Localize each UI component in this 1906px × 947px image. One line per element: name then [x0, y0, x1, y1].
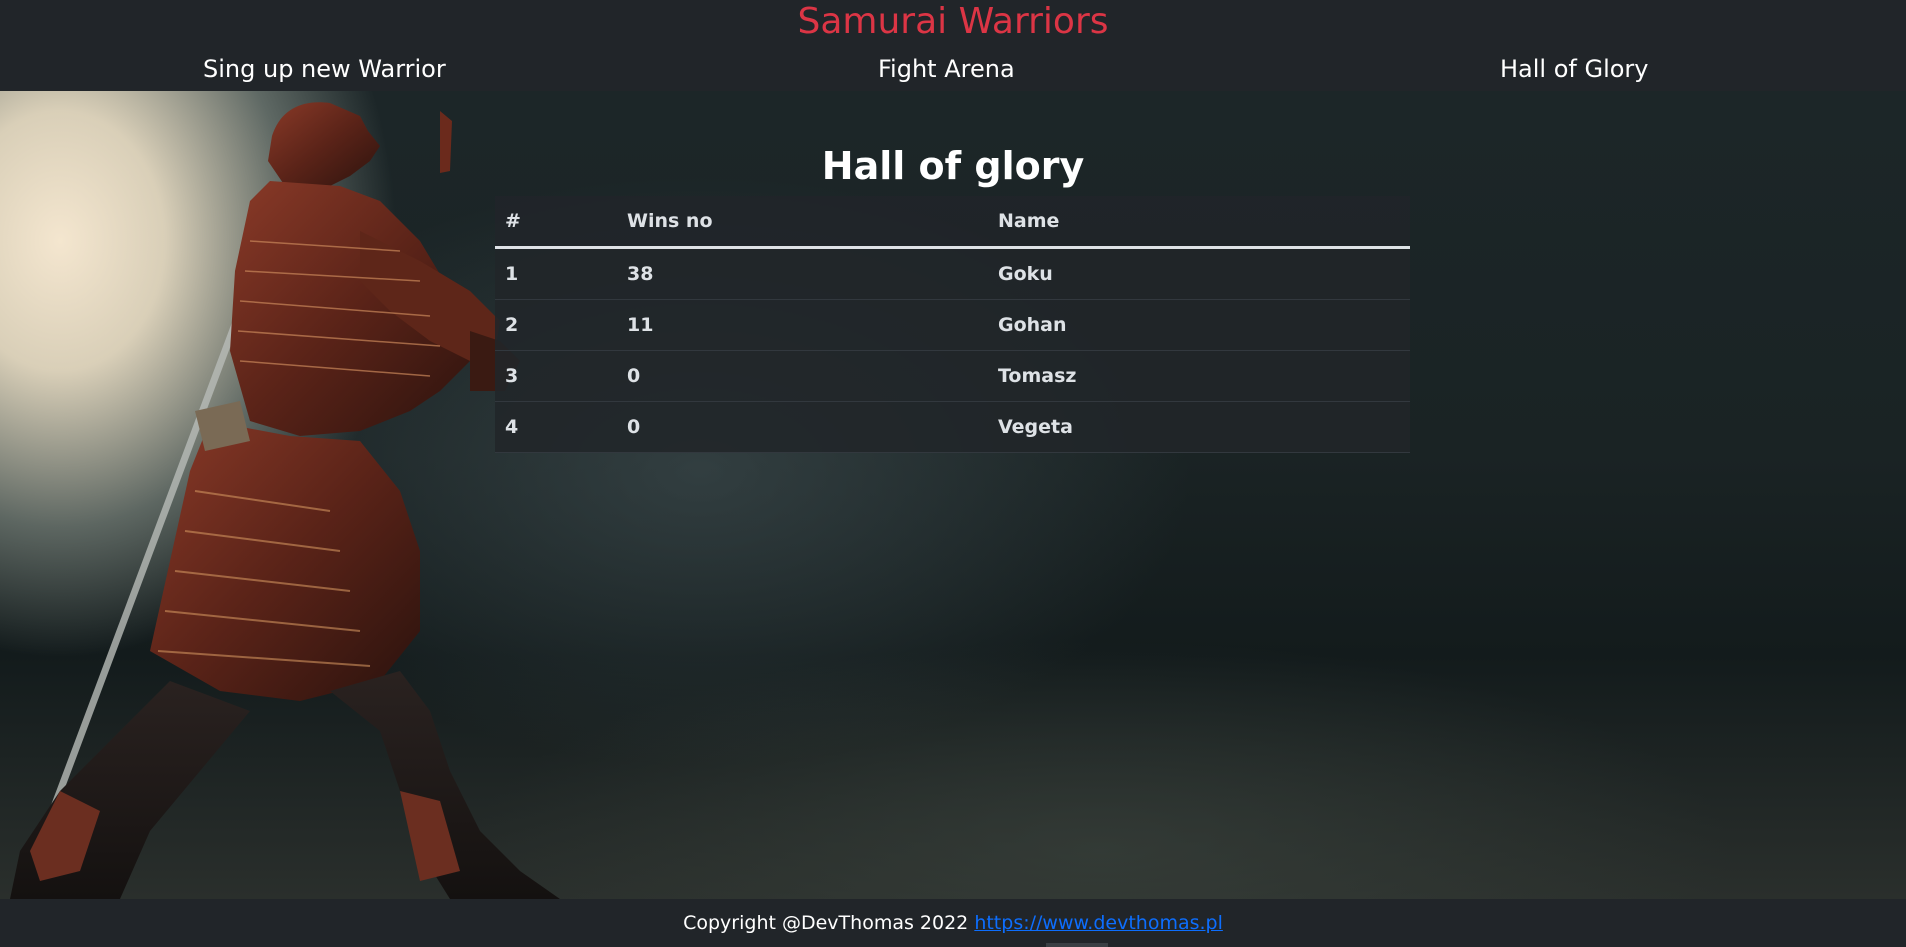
- ranking-table-wrapper: # Wins no Name 1 38 Goku 2 11 Gohan 3 0 …: [495, 196, 1410, 453]
- column-header-name: Name: [998, 210, 1060, 232]
- nav-signup-link[interactable]: Sing up new Warrior: [203, 51, 446, 87]
- table-row: 4 0 Vegeta: [495, 401, 1410, 453]
- wins-cell: 0: [627, 365, 641, 387]
- table-header-row: # Wins no Name: [495, 196, 1410, 248]
- table-row: 3 0 Tomasz: [495, 350, 1410, 402]
- site-title: Samurai Warriors: [797, 1, 1109, 42]
- rank-cell: 4: [505, 416, 519, 438]
- name-cell: Gohan: [998, 314, 1067, 336]
- nav-fight-arena-link[interactable]: Fight Arena: [878, 51, 1015, 87]
- rank-cell: 1: [505, 263, 519, 285]
- site-footer: Copyright @DevThomas 2022 https://www.de…: [0, 899, 1906, 947]
- column-header-rank: #: [505, 210, 521, 232]
- table-row: 1 38 Goku: [495, 247, 1410, 300]
- devthomas-link[interactable]: https://www.devthomas.pl: [974, 912, 1223, 934]
- table-row: 2 11 Gohan: [495, 299, 1410, 351]
- wins-cell: 0: [627, 416, 641, 438]
- name-cell: Tomasz: [998, 365, 1077, 387]
- rank-cell: 3: [505, 365, 519, 387]
- ranking-table: # Wins no Name 1 38 Goku 2 11 Gohan 3 0 …: [495, 196, 1410, 453]
- rank-cell: 2: [505, 314, 519, 336]
- page: Samurai Warriors Sing up new Warrior Fig…: [0, 0, 1906, 947]
- wins-cell: 38: [627, 263, 654, 285]
- wins-cell: 11: [627, 314, 654, 336]
- hall-of-glory-heading: Hall of glory: [821, 144, 1085, 189]
- name-cell: Vegeta: [998, 416, 1073, 438]
- name-cell: Goku: [998, 263, 1053, 285]
- nav-hall-of-glory-link[interactable]: Hall of Glory: [1500, 51, 1649, 87]
- copyright-text: Copyright @DevThomas 2022: [683, 912, 975, 934]
- column-header-wins: Wins no: [627, 210, 713, 232]
- horizontal-scrollbar[interactable]: [1046, 943, 1108, 947]
- site-header: Samurai Warriors Sing up new Warrior Fig…: [0, 0, 1906, 91]
